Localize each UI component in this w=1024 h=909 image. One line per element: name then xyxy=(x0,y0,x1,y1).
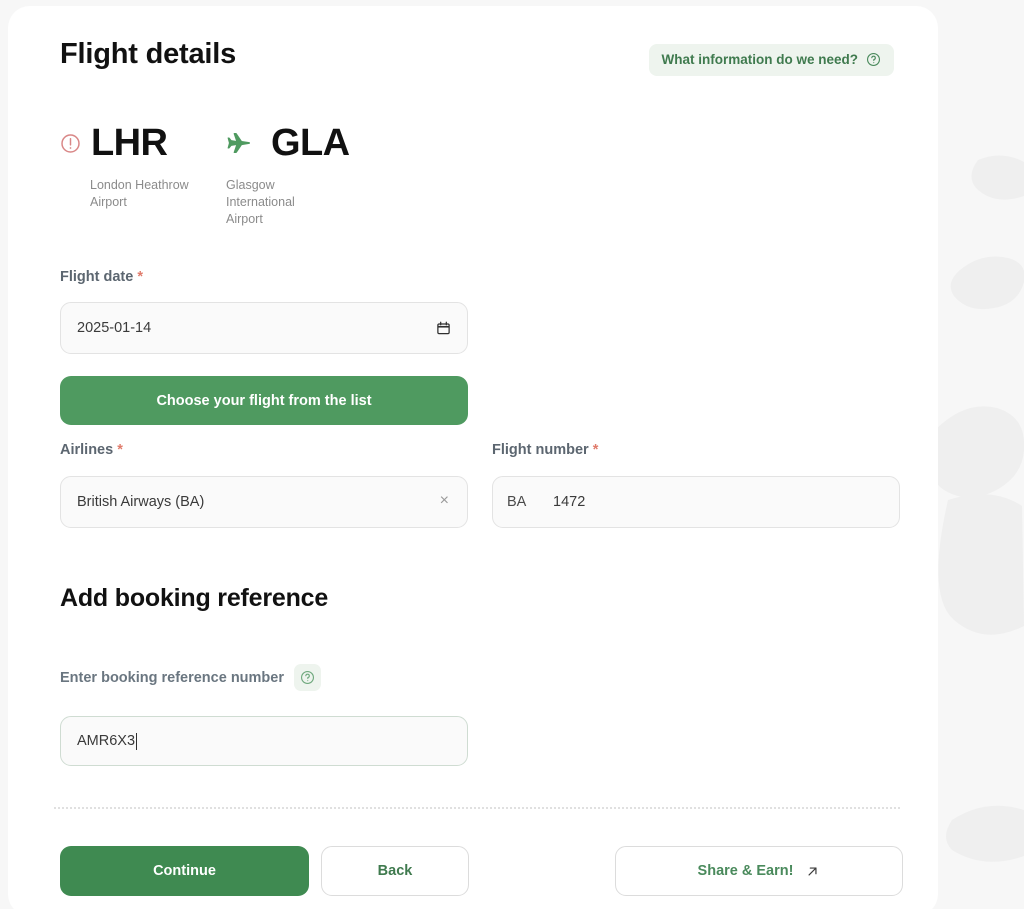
flight-details-card: Flight details What information do we ne… xyxy=(8,6,938,909)
airlines-value: British Airways (BA) xyxy=(77,494,205,510)
what-information-do-we-need-button[interactable]: What information do we need? xyxy=(648,44,894,76)
close-icon[interactable]: × xyxy=(438,491,451,513)
question-circle-icon xyxy=(301,671,314,684)
continue-button[interactable]: Continue xyxy=(60,846,309,896)
airlines-field-group: Airlines * British Airways (BA) × xyxy=(60,442,468,528)
footer-actions: Continue Back Share & Earn! xyxy=(60,846,903,896)
flight-date-label: Flight date * xyxy=(60,269,468,285)
card-header: Flight details What information do we ne… xyxy=(52,38,894,84)
flight-number-field-group: Flight number * BA 1472 xyxy=(492,442,900,528)
back-button[interactable]: Back xyxy=(321,846,469,896)
required-marker: * xyxy=(117,442,123,458)
route-summary: LHR London Heathrow Airport GLA Glasgow … xyxy=(60,118,350,228)
choose-flight-from-list-button[interactable]: Choose your flight from the list xyxy=(60,376,468,425)
route-destination: GLA Glasgow International Airport xyxy=(198,118,350,228)
booking-reference-value: AMR6X3 xyxy=(77,733,136,749)
flight-date-label-text: Flight date xyxy=(60,269,134,285)
booking-reference-help-button[interactable] xyxy=(294,664,321,691)
destination-iata-code: GLA xyxy=(271,122,350,164)
airlines-select[interactable]: British Airways (BA) × xyxy=(60,476,468,528)
share-and-earn-button[interactable]: Share & Earn! xyxy=(615,846,903,896)
share-and-earn-label: Share & Earn! xyxy=(697,863,794,879)
flight-date-field-group: Flight date * 2025-01-14 xyxy=(60,269,468,354)
flight-date-input[interactable]: 2025-01-14 xyxy=(60,302,468,354)
flight-number-label-text: Flight number xyxy=(492,442,589,458)
booking-reference-input[interactable]: AMR6X3 xyxy=(60,716,468,766)
required-marker: * xyxy=(592,442,599,458)
booking-reference-label: Enter booking reference number xyxy=(60,669,284,686)
question-circle-icon xyxy=(867,53,880,66)
warning-circle-icon xyxy=(61,133,80,153)
required-marker: * xyxy=(137,269,143,285)
page-title: Flight details xyxy=(60,38,237,70)
flight-date-value: 2025-01-14 xyxy=(77,320,152,336)
flight-number-input[interactable]: BA 1472 xyxy=(492,476,900,528)
airplane-icon xyxy=(227,133,251,153)
flight-number-value: 1472 xyxy=(553,494,586,510)
route-origin: LHR London Heathrow Airport xyxy=(60,118,198,211)
airlines-label: Airlines * xyxy=(60,442,468,458)
flight-number-prefix: BA xyxy=(507,494,527,510)
calendar-icon[interactable] xyxy=(436,320,451,336)
info-pill-label: What information do we need? xyxy=(661,52,859,67)
origin-iata-code: LHR xyxy=(91,122,168,164)
origin-airport-name: London Heathrow Airport xyxy=(90,178,189,209)
text-cursor xyxy=(136,732,138,750)
destination-airport-name: Glasgow International Airport xyxy=(226,178,295,226)
arrow-up-right-icon xyxy=(808,866,817,876)
flight-number-label: Flight number * xyxy=(492,442,900,458)
footer-divider xyxy=(54,807,900,809)
booking-reference-label-row: Enter booking reference number xyxy=(60,664,321,691)
booking-reference-section-title: Add booking reference xyxy=(60,584,329,612)
airlines-label-text: Airlines xyxy=(60,442,114,458)
